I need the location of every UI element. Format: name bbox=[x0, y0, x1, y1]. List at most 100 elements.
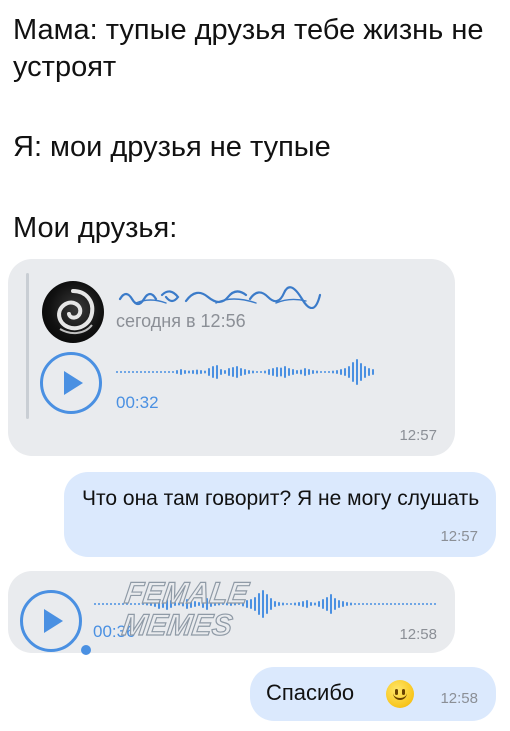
waveform-bar bbox=[268, 369, 270, 375]
waveform-bar bbox=[264, 370, 266, 374]
forwarded-voice-message[interactable]: сегодня в 12:56 00:32 12:57 bbox=[8, 259, 455, 456]
waveform-bar bbox=[252, 370, 254, 374]
waveform-bar bbox=[228, 368, 230, 376]
waveform-bar bbox=[152, 371, 154, 373]
waveform-bar bbox=[124, 371, 126, 373]
outgoing-message[interactable]: Спасибо 12:58 bbox=[250, 667, 496, 721]
waveform-bar bbox=[336, 370, 338, 374]
waveform-bar bbox=[148, 371, 150, 373]
waveform-bar bbox=[308, 369, 310, 375]
waveform-bar bbox=[332, 370, 334, 374]
waveform-bar bbox=[328, 371, 330, 373]
waveform-bar bbox=[352, 362, 354, 382]
waveform-bar bbox=[94, 603, 96, 605]
waveform-bar bbox=[236, 366, 238, 378]
waveform-bar bbox=[240, 368, 242, 376]
svg-text:MEMES: MEMES bbox=[120, 609, 235, 641]
waveform-bar bbox=[294, 602, 296, 606]
waveform-bar bbox=[180, 369, 182, 375]
waveform-bar bbox=[276, 367, 278, 377]
waveform-bar bbox=[340, 369, 342, 375]
message-text: Что она там говорит? Я не могу слушать bbox=[82, 487, 480, 510]
message-time: 12:58 bbox=[399, 626, 437, 643]
waveform-bar bbox=[128, 371, 130, 373]
waveform-bar bbox=[430, 603, 432, 605]
waveform-bar bbox=[184, 370, 186, 374]
waveform-bar bbox=[326, 597, 328, 611]
waveform-bar bbox=[288, 368, 290, 376]
waveform-bar bbox=[338, 600, 340, 608]
waveform-bar bbox=[282, 602, 284, 606]
waveform-bar bbox=[116, 371, 118, 373]
waveform-bar bbox=[382, 603, 384, 605]
waveform-bar bbox=[280, 367, 282, 377]
waveform-bar bbox=[172, 371, 174, 373]
sender-name-redacted bbox=[118, 286, 322, 309]
waveform-bar bbox=[140, 371, 142, 373]
incoming-voice-message[interactable]: 00:36 12:58 FEMALE MEMES bbox=[8, 571, 455, 655]
waveform-bar bbox=[310, 602, 312, 606]
waveform-bar bbox=[316, 370, 318, 374]
waveform-bar bbox=[212, 366, 214, 378]
waveform-bar bbox=[292, 369, 294, 375]
waveform-bar bbox=[200, 370, 202, 374]
waveform-bar bbox=[120, 371, 122, 373]
waveform-bar bbox=[342, 601, 344, 607]
play-button[interactable] bbox=[40, 352, 102, 414]
waveform-bar bbox=[386, 603, 388, 605]
waveform-bar bbox=[160, 371, 162, 373]
waveform-bar bbox=[164, 371, 166, 373]
waveform-bar bbox=[330, 594, 332, 614]
outgoing-message[interactable]: Что она там говорит? Я не могу слушать 1… bbox=[64, 472, 496, 557]
voice-duration: 00:32 bbox=[116, 393, 159, 412]
smiling-face-emoji bbox=[386, 680, 414, 708]
waveform-bar bbox=[192, 370, 194, 374]
play-icon bbox=[64, 371, 83, 395]
waveform-bar bbox=[350, 602, 352, 606]
waveform-bar bbox=[286, 603, 288, 605]
message-time: 12:57 bbox=[399, 427, 437, 444]
waveform-bar bbox=[370, 603, 372, 605]
svg-text:FEMALE: FEMALE bbox=[123, 577, 252, 610]
message-time: 12:58 bbox=[440, 690, 478, 707]
waveform-bar bbox=[260, 371, 262, 373]
message-time: 12:57 bbox=[440, 528, 478, 545]
waveform-bar bbox=[406, 603, 408, 605]
waveform-bar bbox=[414, 603, 416, 605]
waveform-bar bbox=[196, 369, 198, 375]
waveform-bar bbox=[106, 603, 108, 605]
waveform-bar bbox=[232, 367, 234, 377]
waveform-bar bbox=[244, 369, 246, 375]
play-icon bbox=[44, 609, 63, 633]
waveform-bar bbox=[168, 371, 170, 373]
waveform-bar bbox=[320, 371, 322, 373]
waveform-bar bbox=[434, 603, 436, 605]
waveform-bar bbox=[374, 603, 376, 605]
waveform-bar bbox=[394, 603, 396, 605]
sender-avatar[interactable] bbox=[42, 281, 104, 343]
play-button[interactable] bbox=[20, 590, 91, 655]
waveform-bar bbox=[402, 603, 404, 605]
caption-friends-line: Мои друзья: bbox=[13, 212, 178, 244]
waveform-bar bbox=[390, 603, 392, 605]
unplayed-indicator bbox=[81, 645, 91, 655]
waveform-bar bbox=[322, 599, 324, 609]
waveform-bar bbox=[144, 371, 146, 373]
waveform-bar bbox=[284, 366, 286, 378]
waveform-bar bbox=[344, 368, 346, 376]
waveform-bar bbox=[102, 603, 104, 605]
waveform-bar bbox=[306, 600, 308, 608]
waveform-bar bbox=[216, 365, 218, 379]
waveform-bar bbox=[334, 598, 336, 610]
waveform-bar bbox=[272, 368, 274, 376]
waveform-bar bbox=[314, 602, 316, 606]
voice-waveform[interactable] bbox=[116, 355, 436, 389]
waveform-bar bbox=[98, 603, 100, 605]
waveform-bar bbox=[132, 371, 134, 373]
waveform-bar bbox=[426, 603, 428, 605]
waveform-bar bbox=[356, 359, 358, 385]
waveform-bar bbox=[348, 366, 350, 378]
waveform-bar bbox=[156, 371, 158, 373]
waveform-bar bbox=[354, 603, 356, 605]
waveform-bar bbox=[188, 370, 190, 374]
